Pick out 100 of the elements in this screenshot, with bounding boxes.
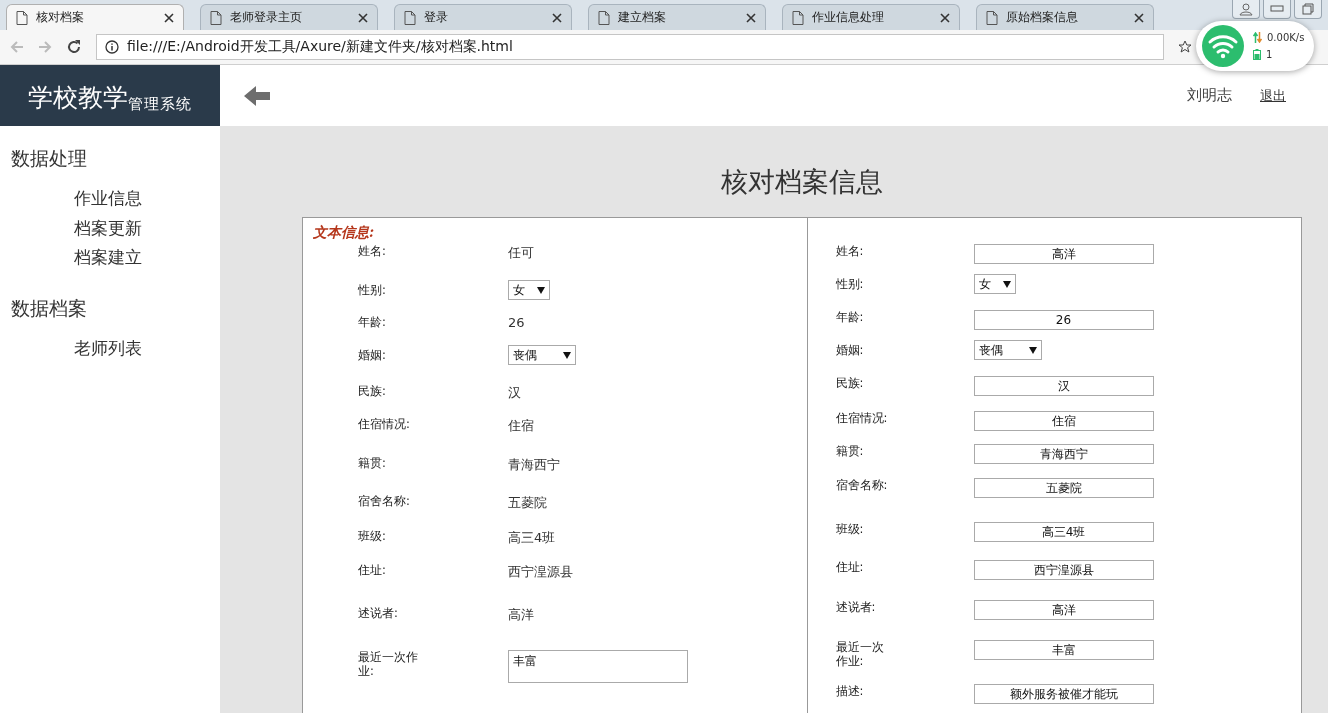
section-heading: 数据处理 [10,146,88,171]
restore-icon [1302,3,1314,15]
text-input[interactable]: 高三4班 [973,522,1154,542]
field-label: 住址: [358,563,387,578]
browser-tab[interactable]: 建立档案 [588,4,766,30]
address-bar[interactable]: file:///E:/Android开发工具/Axure/新建文件夹/核对档案.html [96,34,1164,60]
nav-item[interactable]: 档案更新 [0,213,220,243]
field-label: 性别: [358,283,387,298]
field-label: 婚姻: [358,348,387,363]
reload-icon[interactable] [66,39,82,55]
field-label: 姓名: [358,244,387,259]
page-icon [16,10,28,25]
text-input[interactable]: 青海西宁 [973,444,1154,464]
dropdown[interactable]: 丧偶 [973,340,1042,360]
transfer-icon [1253,32,1262,43]
field-value: 26 [508,315,525,330]
close-icon[interactable] [1134,12,1144,23]
field-label: 班级: [358,529,387,544]
text-area[interactable]: 丰富 [508,650,688,683]
url-text: file:///E:/Android开发工具/Axure/新建文件夹/核对档案.html [127,38,513,56]
dropdown[interactable]: 女 [508,280,550,300]
text-input[interactable]: 西宁湟源县 [973,560,1154,580]
field-label: 最近一次作业: [358,650,419,678]
caret-icon [1028,346,1037,354]
text-input[interactable]: 高洋 [973,600,1154,620]
field-label: 宿舍名称: [835,478,889,493]
wifi-icon [1201,24,1245,68]
restore-button[interactable] [1294,0,1322,19]
minimize-icon [1270,5,1284,13]
text-input[interactable]: 五菱院 [973,478,1154,498]
info-icon[interactable] [105,40,119,54]
close-icon[interactable] [940,12,950,23]
browser-tab[interactable]: 原始档案信息 [976,4,1154,30]
field-value: 汉 [508,384,521,402]
page-icon [598,10,610,25]
browser-tab[interactable]: 登录 [394,4,572,30]
profile-button[interactable] [1232,0,1260,19]
field-label: 民族: [358,384,387,399]
user-name: 刘明志 [1187,86,1232,105]
field-label: 年龄: [835,310,865,325]
field-value: 任可 [508,244,534,262]
page-icon [404,10,416,25]
text-input[interactable]: 26 [973,310,1154,330]
speed-text: 0.00K/s [1267,32,1305,43]
field-label: 年龄: [358,315,387,330]
caret-icon [1002,280,1011,288]
caret-icon [563,351,571,359]
section-heading: 文本信息: [313,224,376,242]
network-widget[interactable]: 0.00K/s 1 [1196,21,1314,71]
page-icon [986,10,998,25]
close-icon[interactable] [164,12,174,23]
field-label: 姓名: [835,244,865,259]
field-label: 婚姻: [835,343,865,358]
star-icon[interactable] [1178,40,1192,54]
field-label: 最近一次作业: [835,640,885,668]
caret-icon [537,286,545,294]
field-label: 述说者: [358,606,399,621]
nav-item[interactable]: 老师列表 [0,333,220,363]
text-input[interactable]: 高洋 [973,244,1154,264]
close-icon[interactable] [552,12,562,23]
profile-icon [1239,2,1253,16]
nav-item[interactable]: 档案建立 [0,243,220,273]
text-input[interactable]: 丰富 [973,640,1154,660]
field-value: 西宁湟源县 [508,563,573,581]
field-label: 籍贯: [358,456,387,471]
field-label: 住宿情况: [835,411,889,426]
close-icon[interactable] [746,12,756,23]
field-label: 述说者: [835,600,877,615]
field-label: 民族: [835,376,865,391]
section-heading: 数据档案 [10,295,88,321]
dropdown[interactable]: 女 [973,274,1016,294]
nav-item[interactable]: 作业信息 [0,184,220,214]
battery-icon [1253,49,1261,60]
field-label: 班级: [835,522,865,537]
field-value: 住宿 [508,417,534,435]
logout-link[interactable]: 退出 [1260,86,1286,105]
field-label: 住宿情况: [358,417,411,432]
count-text: 1 [1266,49,1273,60]
text-input[interactable]: 住宿 [973,411,1154,431]
field-value: 高三4班 [508,529,556,547]
text-input[interactable]: 汉 [973,376,1154,396]
field-label: 宿舍名称: [358,494,411,509]
field-label: 描述: [835,684,865,699]
logo-subtitle: 管理系统 [128,95,192,114]
field-value: 高洋 [508,606,534,624]
page-icon [210,10,222,25]
text-input[interactable]: 额外服务被催才能玩 [973,684,1154,704]
browser-tab[interactable]: 作业信息处理 [782,4,960,30]
field-value: 五菱院 [508,494,547,512]
field-label: 性别: [835,277,865,292]
page-title: 核对档案信息 [720,165,884,199]
field-value: 青海西宁 [508,456,560,474]
page-icon [792,10,804,25]
dropdown[interactable]: 丧偶 [508,345,576,365]
browser-tab[interactable]: 核对档案 [6,4,184,30]
browser-tab[interactable]: 老师登录主页 [200,4,378,30]
field-label: 籍贯: [835,444,865,459]
close-icon[interactable] [358,12,368,23]
back-arrow-icon[interactable] [244,85,270,106]
field-label: 住址: [835,560,865,575]
